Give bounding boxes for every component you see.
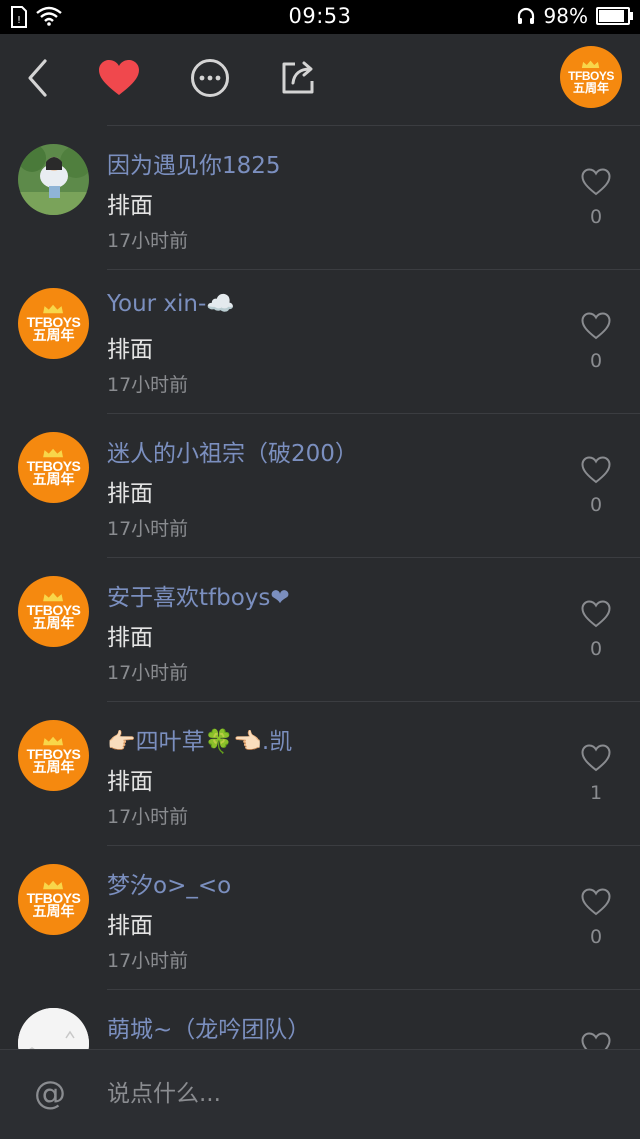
crown-icon bbox=[43, 592, 64, 601]
status-right: 98% bbox=[516, 4, 633, 28]
comment-like-button[interactable] bbox=[578, 886, 614, 918]
comment-text: 排面 bbox=[107, 769, 153, 795]
heart-outline-icon bbox=[581, 888, 611, 916]
like-count: 0 bbox=[589, 206, 603, 228]
like-post-button[interactable] bbox=[97, 56, 141, 100]
commenter-avatar[interactable]: TFBOYS 五周年 bbox=[18, 432, 89, 503]
comment-time: 17小时前 bbox=[107, 950, 189, 972]
avatar-brand: TFBOYS bbox=[26, 601, 81, 618]
more-icon bbox=[191, 59, 229, 97]
commenter-name[interactable]: 梦汐o>_<o bbox=[107, 866, 231, 900]
comment-input[interactable] bbox=[107, 1074, 607, 1114]
comment-like-button[interactable] bbox=[578, 166, 614, 198]
comment-text: 排面 bbox=[107, 625, 153, 651]
commenter-avatar[interactable]: TFBOYS 五周年 bbox=[18, 864, 89, 935]
heart-outline-icon bbox=[581, 168, 611, 196]
back-button[interactable] bbox=[16, 56, 60, 100]
like-count: 0 bbox=[589, 350, 603, 372]
comment-item[interactable]: TFBOYS 五周年 迷人的小祖宗（破200） 排面 17小时前 0 bbox=[0, 414, 640, 558]
avatar-brand: TFBOYS bbox=[568, 68, 614, 83]
back-icon bbox=[28, 59, 47, 97]
comment-item[interactable]: 萌城~（龙吟团队） bbox=[0, 990, 640, 1049]
like-count: 0 bbox=[589, 494, 603, 516]
toolbar: TFBOYS 五周年 bbox=[0, 34, 640, 120]
commenter-name[interactable]: 迷人的小祖宗（破200） bbox=[107, 434, 358, 468]
comment-time: 17小时前 bbox=[107, 662, 189, 684]
commenter-name[interactable]: 安于喜欢tfboys❤ bbox=[107, 578, 290, 612]
comment-time: 17小时前 bbox=[107, 518, 189, 540]
comment-item[interactable]: TFBOYS 五周年 👉🏻四叶草🍀👈🏻.凯 排面 17小时前 1 bbox=[0, 702, 640, 846]
comment-text: 排面 bbox=[107, 193, 153, 219]
commenter-name[interactable]: 萌城~（龙吟团队） bbox=[107, 1010, 310, 1044]
comment-like-button[interactable] bbox=[578, 310, 614, 342]
commenter-avatar[interactable]: TFBOYS 五周年 bbox=[18, 720, 89, 791]
comment-text: 排面 bbox=[107, 481, 153, 507]
heart-outline-icon bbox=[581, 456, 611, 484]
commenter-name[interactable]: Your xin-☁️ bbox=[107, 290, 235, 317]
comment-time: 17小时前 bbox=[107, 374, 189, 396]
more-button[interactable] bbox=[188, 56, 232, 100]
crown-icon bbox=[43, 448, 64, 457]
avatar-brand: TFBOYS bbox=[26, 313, 81, 330]
battery-percent: 98% bbox=[543, 4, 588, 28]
comment-list[interactable]: 因为遇见你1825 排面 17小时前 0 TFBOYS 五周年 Your xin… bbox=[0, 126, 640, 1049]
avatar-subtitle: 五周年 bbox=[32, 471, 75, 488]
comment-item[interactable]: TFBOYS 五周年 Your xin-☁️ 排面 17小时前 0 bbox=[0, 270, 640, 414]
avatar-subtitle: 五周年 bbox=[32, 615, 75, 632]
avatar-subtitle: 五周年 bbox=[32, 327, 75, 344]
comment-time: 17小时前 bbox=[107, 230, 189, 252]
commenter-name[interactable]: 👉🏻四叶草🍀👈🏻.凯 bbox=[107, 722, 292, 756]
crown-icon bbox=[43, 736, 64, 745]
mention-icon[interactable]: @ bbox=[34, 1074, 66, 1112]
headphones-icon bbox=[517, 7, 534, 24]
comment-item[interactable]: TFBOYS 五周年 梦汐o>_<o 排面 17小时前 0 bbox=[0, 846, 640, 990]
avatar-subtitle: 五周年 bbox=[32, 759, 75, 776]
heart-icon bbox=[99, 60, 139, 95]
like-count: 0 bbox=[589, 638, 603, 660]
heart-outline-icon bbox=[581, 312, 611, 340]
comment-like-button[interactable] bbox=[578, 598, 614, 630]
comment-text: 排面 bbox=[107, 337, 153, 363]
comment-time: 17小时前 bbox=[107, 806, 189, 828]
avatar-brand: TFBOYS bbox=[26, 889, 81, 906]
commenter-avatar[interactable] bbox=[18, 1008, 89, 1049]
heart-outline-icon bbox=[581, 1032, 611, 1049]
comment-text: 排面 bbox=[107, 913, 153, 939]
share-icon bbox=[282, 61, 314, 94]
avatar-brand: TFBOYS bbox=[26, 745, 81, 762]
comment-like-button[interactable] bbox=[578, 454, 614, 486]
crown-icon bbox=[43, 304, 64, 313]
comment-item[interactable]: 因为遇见你1825 排面 17小时前 0 bbox=[0, 126, 640, 270]
heart-outline-icon bbox=[581, 600, 611, 628]
crown-icon bbox=[582, 60, 600, 68]
comment-input-bar: @ bbox=[0, 1049, 640, 1139]
commenter-name[interactable]: 因为遇见你1825 bbox=[107, 146, 281, 180]
profile-avatar[interactable]: TFBOYS 五周年 bbox=[560, 46, 622, 108]
battery-icon bbox=[596, 7, 633, 25]
comment-like-button[interactable] bbox=[578, 1030, 614, 1049]
crown-icon bbox=[43, 880, 64, 889]
avatar-subtitle: 五周年 bbox=[32, 903, 75, 920]
commenter-avatar[interactable]: TFBOYS 五周年 bbox=[18, 288, 89, 359]
share-button[interactable] bbox=[276, 56, 320, 100]
commenter-avatar[interactable]: TFBOYS 五周年 bbox=[18, 576, 89, 647]
like-count: 0 bbox=[589, 926, 603, 948]
status-bar: ! 09:53 98% bbox=[0, 0, 640, 34]
avatar-brand: TFBOYS bbox=[26, 457, 81, 474]
comment-like-button[interactable] bbox=[578, 742, 614, 774]
like-count: 1 bbox=[589, 782, 603, 804]
commenter-avatar[interactable] bbox=[18, 144, 89, 215]
heart-outline-icon bbox=[581, 744, 611, 772]
battery-fill bbox=[599, 10, 625, 22]
comment-item[interactable]: TFBOYS 五周年 安于喜欢tfboys❤ 排面 17小时前 0 bbox=[0, 558, 640, 702]
avatar-subtitle: 五周年 bbox=[572, 80, 609, 95]
